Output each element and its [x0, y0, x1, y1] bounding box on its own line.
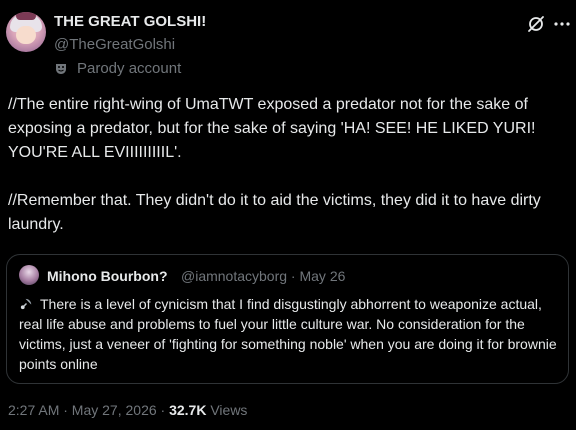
quoted-text: There is a level of cynicism that I find…: [19, 296, 557, 372]
author-handle[interactable]: @TheGreatGolshi: [54, 36, 175, 53]
avatar-face: [16, 26, 36, 44]
tweet: THE GREAT GOLSHI! @TheGreatGolshi Parody…: [0, 0, 576, 430]
quoted-tweet[interactable]: Mihono Bourbon? @iamnotacyborg · May 26 …: [6, 254, 569, 384]
quoted-meta: @iamnotacyborg · May 26: [181, 268, 346, 284]
views-label: Views: [206, 402, 248, 418]
parody-label: Parody account: [54, 60, 181, 77]
tweet-timestamp[interactable]: 2:27 AM · May 27, 2026 ·: [8, 402, 169, 418]
parody-label-text: Parody account: [77, 60, 182, 77]
tweet-footer: 2:27 AM · May 27, 2026 · 32.7K Views: [8, 402, 247, 418]
quoted-author-name[interactable]: Mihono Bourbon?: [47, 268, 168, 284]
theater-mask-icon: [56, 63, 66, 74]
grok-icon[interactable]: [526, 14, 546, 34]
avatar-hat: [16, 12, 36, 20]
tweet-text: //The entire right-wing of UmaTWT expose…: [8, 96, 541, 233]
satellite-emoji-icon: [20, 298, 32, 310]
views-count: 32.7K: [169, 402, 207, 418]
author-name[interactable]: THE GREAT GOLSHI!: [54, 13, 206, 30]
quoted-text-block: There is a level of cynicism that I find…: [19, 294, 559, 374]
author-avatar[interactable]: [6, 12, 46, 52]
quoted-avatar[interactable]: [19, 265, 39, 285]
more-icon[interactable]: [552, 14, 572, 34]
